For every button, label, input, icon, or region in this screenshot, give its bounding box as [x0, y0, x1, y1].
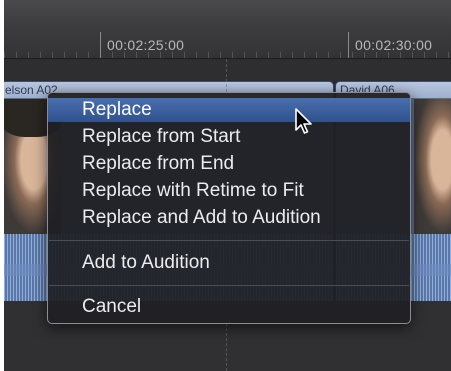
arrow-pointer-icon	[295, 108, 312, 134]
menu-item-replace-add-audition[interactable]: Replace and Add to Audition	[48, 206, 410, 230]
menu-item-replace-with-retime[interactable]: Replace with Retime to Fit	[48, 179, 410, 203]
clip-thumbnail	[414, 99, 451, 234]
ruler-marker	[100, 32, 101, 58]
timecode-label: 00:02:25:00	[107, 37, 185, 53]
menu-item-replace[interactable]: Replace	[48, 98, 410, 122]
timeline-ruler[interactable]: 00:02:25:00 00:02:30:00	[4, 32, 451, 59]
menu-separator	[49, 240, 409, 241]
toolbar	[4, 0, 451, 33]
ruler-marker	[348, 32, 349, 58]
menu-item-replace-from-start[interactable]: Replace from Start	[48, 125, 410, 149]
context-menu: Replace Replace from Start Replace from …	[47, 92, 411, 324]
timecode-label: 00:02:30:00	[355, 37, 433, 53]
menu-item-add-to-audition[interactable]: Add to Audition	[48, 251, 410, 275]
menu-item-cancel[interactable]: Cancel	[48, 295, 410, 319]
track-gap	[4, 59, 451, 81]
menu-separator	[49, 285, 409, 286]
menu-item-replace-from-end[interactable]: Replace from End	[48, 152, 410, 176]
